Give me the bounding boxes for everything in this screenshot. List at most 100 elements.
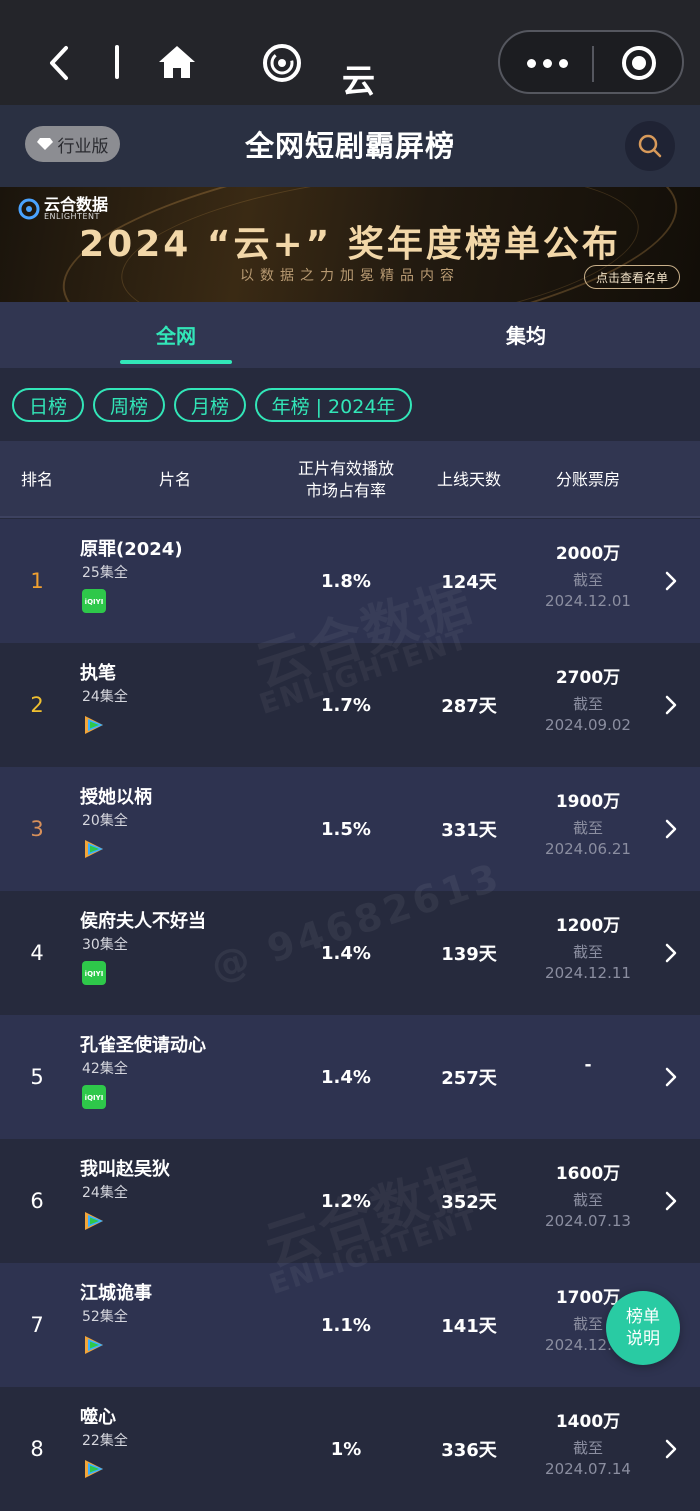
rank: 6	[30, 1189, 44, 1213]
box-office: 2700万 截至 2024.09.02	[528, 663, 648, 734]
box-until: 截至	[572, 695, 603, 713]
days-online: 287天	[441, 696, 497, 717]
tencent-video-icon	[85, 1336, 103, 1354]
box-office: -	[528, 1055, 648, 1079]
box-until: 截至	[572, 1191, 603, 1209]
brand: 云合数据	[262, 38, 375, 244]
box-date: 2024.06.21	[545, 840, 631, 858]
box-until: 截至	[572, 943, 603, 961]
drama-title: 孔雀圣使请动心	[80, 1035, 206, 1056]
capsule-divider	[592, 46, 594, 82]
chip-monthly[interactable]: 月榜	[174, 388, 246, 422]
col-share-line2: 市场占有率	[305, 480, 386, 500]
table-row[interactable]: 3 授她以柄 20集全 1.5% 331天 1900万 截至 2024.06.2…	[0, 767, 700, 891]
col-box[interactable]: 分账票房	[528, 441, 648, 518]
chevron-right-icon[interactable]	[662, 569, 680, 593]
banner-cta-button[interactable]: 点击查看名单	[584, 265, 680, 289]
chevron-right-icon[interactable]	[662, 1189, 680, 1213]
chevron-right-icon[interactable]	[662, 693, 680, 717]
table-row[interactable]: 6 我叫赵吴狄 24集全 1.2% 352天 1600万 截至 2024.07.…	[0, 1139, 700, 1263]
drama-title: 我叫赵吴狄	[80, 1159, 170, 1180]
market-share: 1.1%	[321, 1314, 371, 1336]
col-days[interactable]: 上线天数	[414, 441, 524, 518]
tab-all-network[interactable]: 全网	[96, 320, 256, 349]
drama-title: 执笔	[80, 663, 116, 684]
svg-text:iQIYI: iQIYI	[85, 1094, 104, 1102]
chevron-right-icon[interactable]	[662, 941, 680, 965]
tab-indicator	[120, 360, 232, 364]
drama-title: 江城诡事	[80, 1283, 152, 1304]
chip-yearly[interactable]: 年榜 | 2024年	[255, 388, 412, 422]
banner-headline: 2024 “云+” 奖年度榜单公布	[79, 224, 621, 265]
iqiyi-icon: iQIYI	[82, 1085, 106, 1109]
col-share[interactable]: 正片有效播放 市场占有率	[280, 441, 412, 518]
table-row[interactable]: 1 原罪(2024) 25集全 iQIYI 1.8% 124天 2000万 截至…	[0, 519, 700, 643]
col-rank: 排名	[20, 469, 53, 489]
chip-weekly[interactable]: 周榜	[93, 388, 165, 422]
rank: 7	[30, 1313, 44, 1337]
iqiyi-icon: iQIYI	[82, 589, 106, 613]
days-online: 352天	[441, 1192, 497, 1213]
tencent-video-icon	[85, 716, 103, 734]
top-bar: 云合数据	[0, 0, 700, 244]
table-row[interactable]: 5 孔雀圣使请动心 42集全 iQIYI 1.4% 257天 -	[0, 1015, 700, 1139]
chevron-right-icon[interactable]	[662, 1437, 680, 1461]
box-amount: 1200万	[555, 916, 621, 936]
episode-count: 24集全	[82, 1185, 128, 1201]
rank: 1	[30, 569, 44, 593]
table-row[interactable]: 7 江城诡事 52集全 1.1% 141天 1700万 截至 2024.12.1…	[0, 1263, 700, 1387]
rank: 8	[30, 1437, 44, 1461]
box-office: 1200万 截至 2024.12.11	[528, 911, 648, 982]
ranking-info-button[interactable]: 榜单 说明	[606, 1291, 680, 1365]
tab-per-episode[interactable]: 集均	[446, 320, 606, 349]
banner-logo-text: 云合数据	[44, 195, 109, 214]
tencent-video-icon	[85, 840, 103, 858]
box-until: 截至	[572, 571, 603, 589]
more-icon[interactable]	[522, 52, 572, 74]
rank: 4	[30, 941, 44, 965]
tencent-video-icon	[85, 1212, 103, 1230]
box-office: 1400万 截至 2024.07.14	[528, 1407, 648, 1478]
period-filter: 日榜 周榜 月榜 年榜 | 2024年	[0, 368, 700, 441]
close-target-icon[interactable]	[620, 44, 658, 82]
box-amount: -	[584, 1055, 592, 1075]
fab-line1: 榜单	[626, 1307, 660, 1327]
episode-count: 42集全	[82, 1061, 128, 1077]
market-share: 1.5%	[321, 818, 371, 840]
back-icon[interactable]	[40, 38, 80, 88]
episode-count: 24集全	[82, 689, 128, 705]
page-header: 行业版 全网短剧霸屏榜	[0, 105, 700, 187]
table-header: 排名 片名 正片有效播放 市场占有率 上线天数 分账票房	[0, 441, 700, 518]
market-share: 1.8%	[321, 570, 371, 592]
box-date: 2024.07.14	[545, 1460, 631, 1478]
box-until: 截至	[572, 819, 603, 837]
box-office: 1900万 截至 2024.06.21	[528, 787, 648, 858]
drama-title: 侯府夫人不好当	[80, 911, 206, 932]
chevron-right-icon[interactable]	[662, 1065, 680, 1089]
box-date: 2024.12.11	[545, 964, 631, 982]
box-amount: 1400万	[555, 1412, 621, 1432]
rank: 2	[30, 693, 44, 717]
box-office: 2000万 截至 2024.12.01	[528, 539, 648, 610]
iqiyi-icon: iQIYI	[82, 961, 106, 985]
table-row[interactable]: 8 噬心 22集全 1% 336天 1400万 截至 2024.07.14	[0, 1387, 700, 1511]
fab-line2: 说明	[626, 1329, 660, 1349]
chip-daily[interactable]: 日榜	[12, 388, 84, 422]
home-icon[interactable]	[155, 40, 199, 84]
market-share: 1.2%	[321, 1190, 371, 1212]
award-banner[interactable]: 云合数据 ENLIGHTENT 2024 “云+” 奖年度榜单公布 以数据之力加…	[0, 187, 700, 302]
episode-count: 25集全	[82, 565, 128, 581]
chevron-right-icon[interactable]	[662, 817, 680, 841]
box-date: 2024.09.02	[545, 716, 631, 734]
table-row[interactable]: 2 执笔 24集全 1.7% 287天 2700万 截至 2024.09.02	[0, 643, 700, 767]
search-button[interactable]	[625, 121, 675, 171]
rank: 3	[30, 817, 44, 841]
box-amount: 2000万	[555, 544, 621, 564]
ranking-list: 1 原罪(2024) 25集全 iQIYI 1.8% 124天 2000万 截至…	[0, 519, 700, 1511]
box-amount: 1900万	[555, 792, 621, 812]
divider	[115, 45, 119, 79]
days-online: 257天	[441, 1068, 497, 1089]
episode-count: 30集全	[82, 937, 128, 953]
drama-title: 授她以柄	[80, 787, 152, 808]
days-online: 336天	[441, 1440, 497, 1461]
